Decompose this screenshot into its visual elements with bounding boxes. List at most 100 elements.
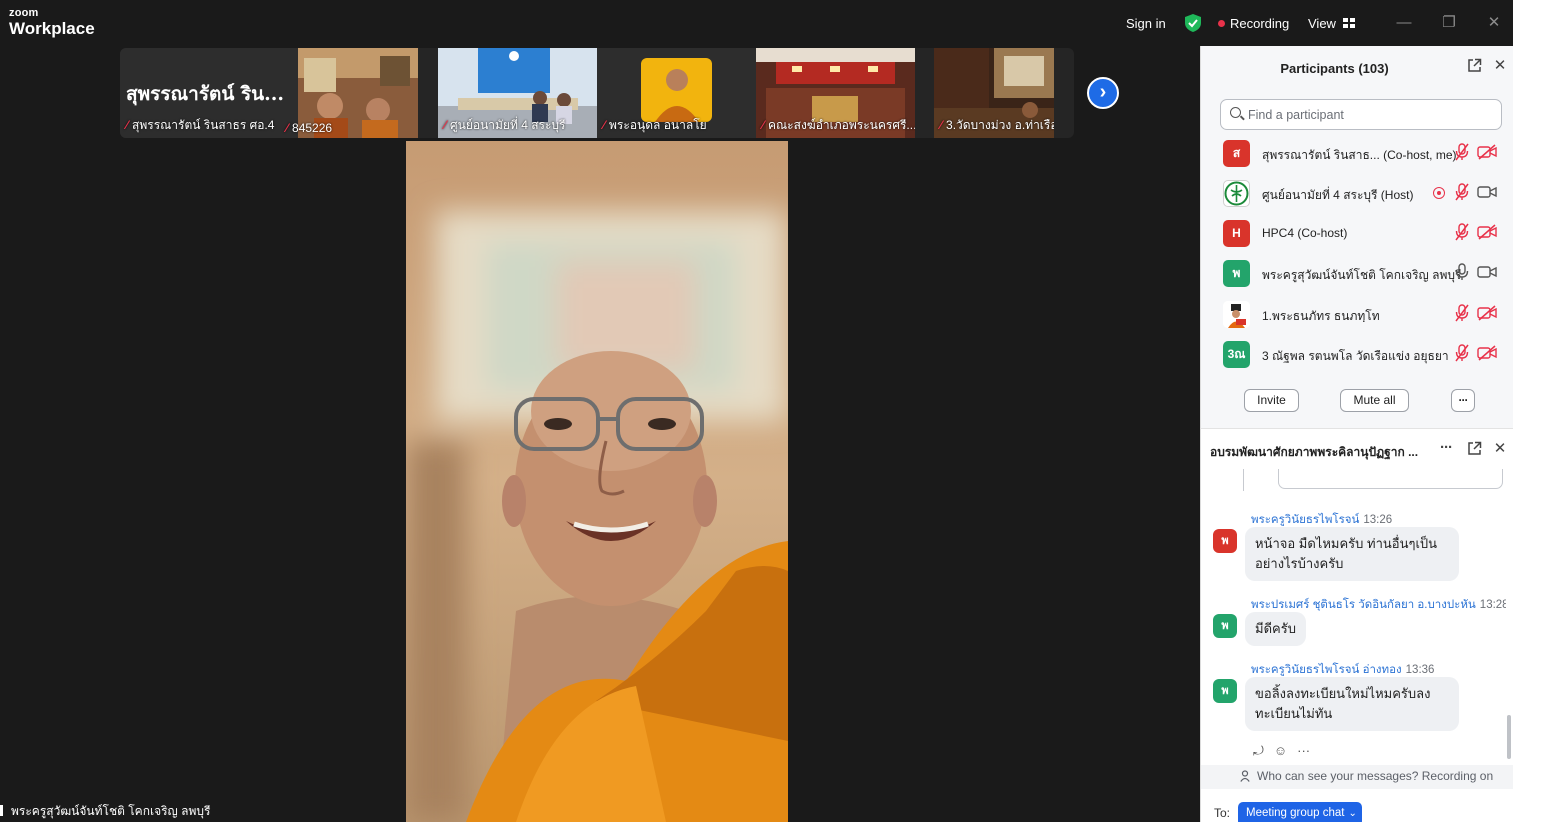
invite-button[interactable]: Invite — [1244, 389, 1299, 412]
participant-row[interactable]: 3ณ 3 ณัฐพล รตนพโล วัดเรือแข่ง อยุธยา — [1201, 338, 1514, 378]
zoom-app: สุพรรณารัตน์ ริน... ⁄ สุพรรณารัตน์ รินสาธ… — [0, 0, 1546, 822]
more-options-button[interactable]: ··· — [1451, 389, 1475, 412]
avatar: พ — [1213, 614, 1237, 638]
restore-icon[interactable]: ❐ — [1438, 12, 1460, 34]
gallery-strip: สุพรรณารัตน์ ริน... ⁄ สุพรรณารัตน์ รินสาธ… — [120, 48, 1074, 138]
tile-display-name: สุพรรณารัตน์ ริน... — [126, 83, 285, 105]
tile-label: ⁄ คณะสงฆ์อำเภอพระนครศรี... — [762, 118, 915, 132]
mic-muted-icon: ⁄ — [603, 118, 606, 132]
avatar: 3ณ — [1223, 341, 1250, 368]
chat-scrollbar[interactable] — [1507, 475, 1511, 759]
recipient-label: To: — [1214, 806, 1231, 820]
tile-label: ⁄ พระอนุดล อนาลโย — [603, 118, 707, 132]
window-close-icon[interactable]: ✕ — [1483, 12, 1505, 34]
chat-message-list[interactable]: พ พระครูวินัยธรไพโรจน์ 13:26 หน้าจอ มืดไห… — [1201, 469, 1506, 759]
video-on-icon[interactable] — [1477, 184, 1497, 200]
chat-title: อบรมพัฒนาศักยภาพพระคิลานุปัฏฐาก ... — [1210, 445, 1419, 459]
mic-muted-icon: ⁄ — [762, 118, 765, 132]
recording-dot-icon — [1218, 19, 1225, 27]
message-bubble: หน้าจอ มืดไหมครับ ท่านอื่นๆเป็น อย่างไรบ… — [1245, 527, 1459, 581]
participant-name: HPC4 (Co-host) — [1262, 226, 1348, 240]
speaker-video-feed — [406, 141, 788, 822]
chevron-down-icon: ⌄ — [1348, 808, 1357, 819]
avatar: พ — [1213, 529, 1237, 553]
meeting-area: สุพรรณารัตน์ ริน... ⁄ สุพรรณารัตน์ รินสาธ… — [0, 0, 1200, 822]
zoom-workplace-logo: zoom Workplace — [9, 7, 95, 38]
avatar: ส — [1223, 140, 1250, 167]
participant-name: 1.พระธนภัทร ธนภทฺโท — [1262, 309, 1380, 323]
previous-message-box — [1278, 469, 1503, 489]
participant-row[interactable]: H HPC4 (Co-host) — [1201, 217, 1514, 257]
mic-muted-icon[interactable] — [1454, 183, 1470, 201]
mic-muted-icon[interactable] — [1454, 223, 1470, 241]
message-actions: ⤾ ☺ ··· — [1253, 743, 1320, 759]
close-icon[interactable]: ✕ — [1492, 58, 1508, 74]
participants-panel: Participants (103) ✕ ส สุพรรณารัตน์ รินส… — [1200, 46, 1513, 428]
recording-indicator[interactable]: Recording — [1218, 0, 1289, 46]
chat-more-icon[interactable]: ··· — [1440, 439, 1453, 456]
video-tile[interactable]: ⁄ ศูนย์อนามัยที่ 4 สระบุรี — [438, 48, 597, 138]
recipient-dropdown[interactable]: Meeting group chat ⌄ — [1238, 802, 1362, 822]
participant-row[interactable]: พ พระครูสุวัฒน์จันท์โชติ โคกเจริญ ลพบุรี — [1201, 257, 1514, 297]
participants-title: Participants (103) — [1280, 61, 1389, 76]
window-edge — [1513, 0, 1546, 822]
video-off-icon[interactable] — [1477, 305, 1497, 321]
tile-label: ⁄3.วัดบางม่วง อ.ท่าเรือ อย. — [940, 118, 1054, 132]
tile-label: ⁄ 845226 — [286, 121, 333, 135]
participant-name: ศูนย์อนามัยที่ 4 สระบุรี (Host) — [1262, 188, 1414, 202]
video-off-icon[interactable] — [1477, 144, 1497, 160]
participant-name: พระครูสุวัฒน์จันท์โชติ โคกเจริญ ลพบุรี — [1262, 268, 1462, 282]
security-shield-icon[interactable] — [1184, 0, 1202, 46]
mic-muted-icon[interactable] — [1454, 304, 1470, 322]
mic-muted-icon: ⁄ — [286, 121, 289, 135]
participant-row[interactable]: ศูนย์อนามัยที่ 4 สระบุรี (Host) — [1201, 177, 1514, 217]
health-center-logo-icon — [1224, 181, 1249, 206]
video-tile[interactable]: ⁄3.วัดบางม่วง อ.ท่าเรือ อย. — [934, 48, 1054, 138]
mic-muted-icon: ⁄ — [444, 118, 447, 132]
participant-row[interactable]: ส สุพรรณารัตน์ รินสาธ... (Co-host, me) — [1201, 137, 1514, 177]
video-tile[interactable]: สุพรรณารัตน์ ริน... ⁄ สุพรรณารัตน์ รินสาธ… — [120, 48, 418, 138]
pop-out-icon[interactable] — [1466, 58, 1482, 74]
tile-label: ⁄ ศูนย์อนามัยที่ 4 สระบุรี — [444, 118, 566, 132]
participant-search[interactable] — [1220, 99, 1502, 130]
search-icon — [1230, 107, 1241, 118]
sign-in-button[interactable]: Sign in — [1126, 0, 1166, 46]
search-input[interactable] — [1248, 100, 1498, 129]
minimize-icon[interactable]: — — [1393, 12, 1415, 34]
video-off-icon[interactable] — [1477, 345, 1497, 361]
view-button[interactable]: View — [1308, 0, 1355, 46]
mic-muted-icon[interactable] — [1454, 344, 1470, 362]
video-off-icon[interactable] — [1477, 224, 1497, 240]
mic-on-icon[interactable] — [1454, 263, 1470, 281]
mic-muted-icon: ⁄ — [940, 118, 943, 132]
pop-out-icon[interactable] — [1466, 441, 1482, 457]
avatar: พ — [1213, 679, 1237, 703]
video-tile[interactable]: ⁄ พระอนุดล อนาลโย — [597, 48, 756, 138]
message-bubble: ขอลิ้งลงทะเบียนใหม่ไหมครับลง ทะเบียนไม่ท… — [1245, 677, 1459, 731]
thread-line — [1243, 469, 1244, 491]
reply-icon[interactable]: ⤾ — [1253, 743, 1264, 758]
tile-label: ⁄ สุพรรณารัตน์ รินสาธร ศอ.4 — [126, 118, 275, 132]
participant-name: สุพรรณารัตน์ รินสาธ... (Co-host, me) — [1262, 148, 1457, 162]
chat-panel: อบรมพัฒนาศักยภาพพระคิลานุปัฏฐาก ... ··· … — [1200, 428, 1514, 822]
recording-icon — [1433, 187, 1445, 199]
emoji-reaction-icon[interactable]: ☺ — [1274, 743, 1287, 758]
avatar: พ — [1223, 260, 1250, 287]
participant-row[interactable]: 1.พระธนภัทร ธนภทฺโท — [1201, 298, 1514, 338]
message-bubble: มีดีครับ — [1245, 612, 1306, 646]
mute-all-button[interactable]: Mute all — [1340, 389, 1409, 412]
grid-view-icon — [1342, 18, 1355, 28]
avatar: H — [1223, 220, 1250, 247]
video-on-icon[interactable] — [1477, 264, 1497, 280]
more-icon[interactable]: ··· — [1297, 743, 1310, 758]
main-video — [406, 141, 788, 822]
video-tile[interactable]: ⁄ คณะสงฆ์อำเภอพระนครศรี... — [756, 48, 915, 138]
message-visibility-notice[interactable]: Who can see your messages? Recording on — [1201, 765, 1514, 789]
active-speaker-label: พระครูสุวัฒน์จันท์โชติ โคกเจริญ ลพบุรี — [0, 802, 210, 821]
next-page-arrow-icon[interactable]: › — [1087, 77, 1119, 109]
mic-muted-icon[interactable] — [1454, 143, 1470, 161]
scrollbar-thumb[interactable] — [1507, 715, 1511, 759]
signal-bars-icon — [0, 805, 3, 816]
close-icon[interactable]: ✕ — [1492, 441, 1508, 457]
avatar — [1223, 180, 1250, 207]
